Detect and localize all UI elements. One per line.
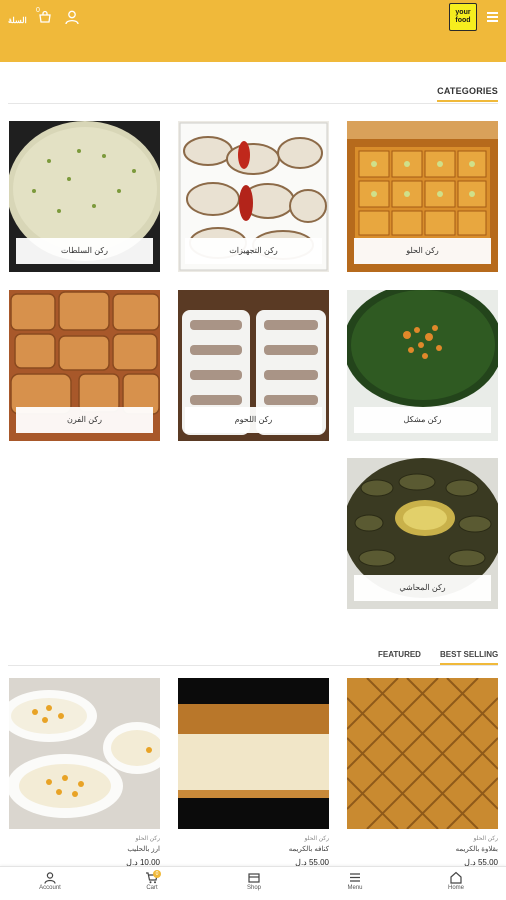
bottom-navigation: Home Menu Shop 0 Cart Account bbox=[0, 866, 506, 900]
top-app-bar: السلة 0 your food bbox=[0, 0, 506, 62]
user-icon[interactable] bbox=[64, 9, 80, 25]
product-name: بقلاوة بالكريمه bbox=[455, 846, 498, 853]
category-label: ركن المحاشي bbox=[354, 575, 491, 601]
categories-header: CATEGORIES bbox=[0, 84, 506, 104]
category-card-stuffed[interactable]: ركن المحاشي bbox=[347, 458, 498, 609]
category-card-bakery[interactable]: ركن الفرن bbox=[9, 290, 160, 441]
product-name: كنافه بالكريمه bbox=[288, 846, 329, 853]
tabs-divider bbox=[8, 665, 498, 666]
category-label: ركن التجهيزات bbox=[185, 238, 322, 264]
product-category: ركن الحلو bbox=[473, 836, 498, 842]
kunafa-photo bbox=[178, 678, 329, 829]
product-card-kunafa[interactable]: ركن الحلو كنافه بالكريمه 55.00 د.ل bbox=[178, 678, 329, 868]
categories-title: CATEGORIES bbox=[437, 86, 498, 102]
category-card-preparations[interactable]: ركن التجهيزات bbox=[178, 121, 329, 272]
category-label: ركن الفرن bbox=[16, 407, 153, 433]
nav-account-label: Account bbox=[39, 885, 61, 891]
nav-menu-label: Menu bbox=[347, 885, 363, 891]
nav-menu[interactable]: Menu bbox=[325, 871, 385, 891]
account-icon bbox=[44, 872, 56, 884]
product-category: ركن الحلو bbox=[304, 836, 329, 842]
nav-cart-label: Cart bbox=[146, 885, 158, 891]
product-tabs: FEATURED BEST SELLING bbox=[0, 648, 506, 666]
product-card-baklava[interactable]: ركن الحلو بقلاوة بالكريمه 55.00 د.ل bbox=[347, 678, 498, 868]
category-card-meat[interactable]: ركن اللحوم bbox=[178, 290, 329, 441]
cart-icon bbox=[39, 10, 51, 23]
nav-home[interactable]: Home bbox=[426, 871, 486, 891]
nav-cart[interactable]: 0 Cart bbox=[122, 870, 182, 891]
brand-logo[interactable]: your food bbox=[449, 3, 477, 31]
product-name: ارز بالحليب bbox=[127, 846, 160, 853]
hamburger-menu-icon[interactable] bbox=[487, 12, 498, 22]
nav-shop[interactable]: Shop bbox=[224, 871, 284, 891]
tab-featured[interactable]: FEATURED bbox=[378, 650, 421, 659]
category-card-mixed[interactable]: ركن مشكل bbox=[347, 290, 498, 441]
home-icon bbox=[450, 871, 462, 884]
header-cart-button[interactable]: السلة 0 bbox=[8, 6, 54, 32]
product-category: ركن الحلو bbox=[135, 836, 160, 842]
shop-icon bbox=[248, 873, 260, 883]
menu-icon bbox=[350, 873, 360, 882]
category-label: ركن السلطات bbox=[16, 238, 153, 264]
cart-badge: 0 bbox=[153, 870, 161, 878]
category-card-sweets[interactable]: ركن الحلو bbox=[347, 121, 498, 272]
tab-best-selling[interactable]: BEST SELLING bbox=[440, 650, 499, 665]
category-label: ركن اللحوم bbox=[185, 407, 322, 433]
baklava-photo bbox=[347, 678, 498, 829]
section-divider bbox=[8, 103, 498, 104]
category-label: ركن مشكل bbox=[354, 407, 491, 433]
category-card-salads[interactable]: ركن السلطات bbox=[9, 121, 160, 272]
nav-account[interactable]: Account bbox=[20, 871, 80, 891]
header-cart-label: السلة bbox=[8, 16, 27, 25]
nav-home-label: Home bbox=[447, 885, 464, 891]
nav-shop-label: Shop bbox=[246, 885, 261, 891]
rice-pudding-photo bbox=[9, 678, 160, 829]
product-card-rice-pudding[interactable]: ركن الحلو ارز بالحليب 10.00 د.ل bbox=[9, 678, 160, 868]
category-label: ركن الحلو bbox=[354, 238, 491, 264]
